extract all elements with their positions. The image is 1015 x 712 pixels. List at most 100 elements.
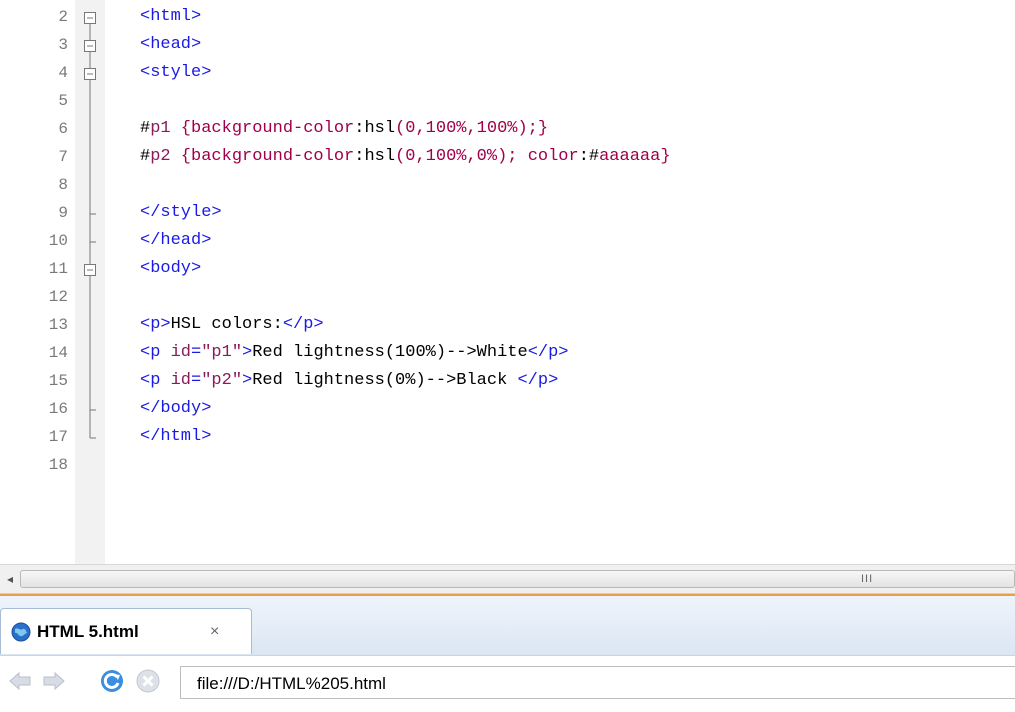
code-token: <head> (140, 35, 202, 54)
code-line: 12 (0, 284, 1015, 312)
code-line: 11 <body> (0, 256, 1015, 284)
address-bar[interactable]: file:///D:/HTML%205.html (180, 666, 1015, 699)
code-token: </html> (140, 427, 212, 446)
code-token: # (140, 147, 151, 166)
code-token: <p (140, 371, 171, 390)
code-text[interactable]: <html> (140, 7, 201, 26)
fold-line-icon (89, 144, 91, 172)
code-line: 10 </head> (0, 228, 1015, 256)
code-text[interactable]: <p id="p2">Red lightness(0%)-->Black </p… (140, 371, 558, 390)
code-text[interactable]: </style> (140, 203, 222, 222)
tab-title: HTML 5.html (37, 622, 139, 641)
code-token: id (170, 343, 192, 362)
code-text[interactable]: <body> (140, 259, 201, 278)
back-arrow-icon[interactable] (6, 667, 34, 695)
code-token: :hsl (354, 119, 396, 138)
code-line: 8 (0, 172, 1015, 200)
code-token: </head> (140, 231, 212, 250)
line-number: 12 (48, 288, 68, 306)
line-number: 7 (58, 148, 68, 166)
code-token: Red lightness(100%)-->White (252, 343, 528, 362)
scrollbar-thumb[interactable]: III (20, 570, 1015, 588)
fold-line-icon (89, 172, 91, 200)
line-number: 16 (48, 400, 68, 418)
fold-line-icon (89, 312, 91, 340)
code-text[interactable]: #p1 {background-color:hsl(0,100%,100%);} (140, 119, 548, 138)
code-token: (0,100%,100%);} (395, 119, 549, 138)
code-text[interactable]: </html> (140, 427, 211, 446)
horizontal-scrollbar[interactable]: ◂ III (0, 564, 1015, 594)
code-token: color (527, 147, 579, 166)
line-number: 17 (48, 428, 68, 446)
code-line: 9 </style> (0, 200, 1015, 228)
code-text[interactable]: </body> (140, 399, 211, 418)
code-token: <html> (140, 7, 202, 26)
code-line: 17 </html> (0, 424, 1015, 452)
code-line: 6 #p1 {background-color:hsl(0,100%,100%);… (0, 116, 1015, 144)
line-number: 3 (58, 36, 68, 54)
code-token: </style> (140, 203, 222, 222)
code-token: </body> (140, 399, 212, 418)
code-text[interactable]: <p id="p1">Red lightness(100%)-->White</… (140, 343, 569, 362)
line-number: 11 (48, 260, 68, 278)
fold-toggle-icon[interactable] (78, 60, 102, 88)
code-token: :hsl (354, 147, 396, 166)
code-token: Red lightness(0%)-->Black (252, 371, 518, 390)
code-token: <p (140, 343, 171, 362)
code-token: p2 (150, 147, 171, 166)
code-line: 3 <head> (0, 32, 1015, 60)
fold-toggle-icon[interactable] (78, 32, 102, 60)
address-url: file:///D:/HTML%205.html (197, 674, 386, 693)
stop-icon[interactable] (134, 667, 162, 695)
code-text[interactable]: #p2 {background-color:hsl(0,100%,0%); co… (140, 147, 671, 166)
browser-tab-strip: HTML 5.html × (0, 594, 1015, 655)
fold-line-icon (89, 284, 91, 312)
line-number: 18 (48, 456, 68, 474)
code-token: > (242, 343, 253, 362)
code-editor[interactable]: 2 <html> 3 <head> 4 <style> 5 6 #p1 {background-… (0, 0, 1015, 564)
scroll-left-arrow[interactable]: ◂ (2, 569, 18, 589)
close-icon[interactable]: × (210, 623, 219, 641)
fold-line-icon (89, 340, 91, 368)
code-line: 4 <style> (0, 60, 1015, 88)
tab-html5[interactable]: HTML 5.html × (0, 608, 252, 654)
fold-toggle-icon[interactable] (78, 4, 102, 32)
fold-empty (78, 452, 102, 480)
line-number: 10 (48, 232, 68, 250)
code-token: :# (578, 147, 600, 166)
line-number: 4 (58, 64, 68, 82)
code-token: </p> (517, 371, 559, 390)
code-line: 5 (0, 88, 1015, 116)
code-token: id (170, 371, 192, 390)
code-token: # (140, 119, 151, 138)
fold-line-icon (89, 368, 91, 396)
code-token: { (170, 119, 192, 138)
code-line: 13 <p>HSL colors:</p> (0, 312, 1015, 340)
code-token: </p> (527, 343, 569, 362)
refresh-icon[interactable] (98, 667, 126, 695)
forward-arrow-icon[interactable] (40, 667, 68, 695)
line-number: 9 (58, 204, 68, 222)
code-line: 7 #p2 {background-color:hsl(0,100%,0%); c… (0, 144, 1015, 172)
code-token: (0,100%,0%); (395, 147, 528, 166)
code-text[interactable]: <p>HSL colors:</p> (140, 315, 324, 334)
code-text[interactable]: <style> (140, 63, 211, 82)
fold-end-icon (89, 424, 96, 439)
code-text[interactable]: <head> (140, 35, 201, 54)
line-number: 6 (58, 120, 68, 138)
line-number: 15 (48, 372, 68, 390)
code-token: > (242, 371, 253, 390)
line-number: 2 (58, 8, 68, 26)
code-token: </p> (282, 315, 324, 334)
fold-toggle-icon[interactable] (78, 256, 102, 284)
code-text[interactable]: </head> (140, 231, 211, 250)
fold-line-icon (89, 116, 91, 144)
fold-line-icon (89, 88, 91, 116)
code-line: 2 <html> (0, 4, 1015, 32)
globe-icon (11, 622, 31, 642)
code-token: "p2" (201, 371, 243, 390)
code-line: 14 <p id="p1">Red lightness(100%)-->White… (0, 340, 1015, 368)
code-token: p1 (150, 119, 171, 138)
code-token: background-color (191, 119, 355, 138)
line-number: 13 (48, 316, 68, 334)
